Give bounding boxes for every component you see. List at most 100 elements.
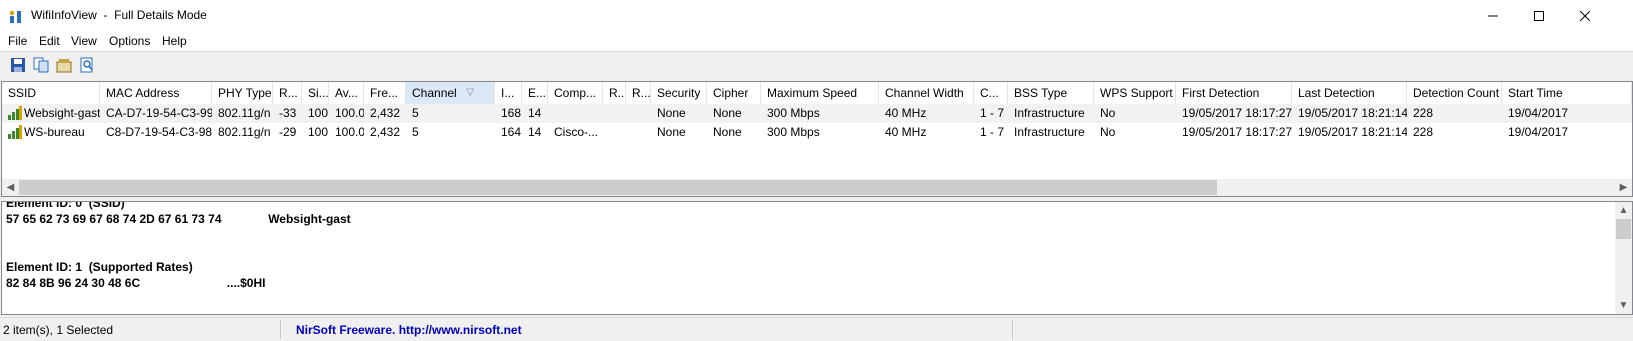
column-header[interactable]: Av...	[329, 82, 364, 104]
table-cell: Cisco-...	[554, 125, 599, 139]
table-row[interactable]: WS-bureau C8-D7-19-54-C3-98 802.11g/n -29 10…	[2, 123, 1632, 142]
table-cell: 14	[528, 125, 542, 139]
table-cell: CA-D7-19-54-C3-99	[106, 106, 212, 120]
menu-bar: File Edit View Options Help	[0, 31, 1633, 51]
status-bar: 2 item(s), 1 Selected NirSoft Freeware. …	[0, 317, 1633, 341]
menu-help[interactable]: Help	[162, 34, 187, 48]
copy-button[interactable]	[31, 55, 51, 75]
wifi-network-icon	[8, 125, 22, 139]
column-header-label: Maximum Speed	[767, 86, 858, 100]
column-header-label: MAC Address	[106, 86, 180, 100]
table-cell: 100.0	[335, 106, 364, 120]
menu-view[interactable]: View	[71, 34, 97, 48]
close-icon	[1580, 10, 1590, 21]
column-header[interactable]: SSID	[2, 82, 100, 104]
table-cell: None	[657, 125, 686, 139]
column-header[interactable]: R...	[626, 82, 651, 104]
sort-ascending-icon: ▽	[466, 87, 474, 98]
table-cell: 228	[1413, 125, 1434, 139]
scroll-down-icon[interactable]: ▼	[1615, 297, 1632, 314]
properties-icon	[56, 59, 72, 73]
column-header[interactable]: PHY Type	[212, 82, 273, 104]
column-header-label: I...	[501, 86, 515, 100]
column-header[interactable]: Channel ▽	[406, 82, 495, 104]
column-header[interactable]: Start Time	[1502, 82, 1632, 104]
column-header[interactable]: Last Detection	[1292, 82, 1407, 104]
column-header-label: BSS Type	[1014, 86, 1068, 100]
column-header[interactable]: WPS Support	[1094, 82, 1176, 104]
table-cell: No	[1100, 106, 1116, 120]
column-header[interactable]: Detection Count	[1407, 82, 1502, 104]
column-header-label: R...	[279, 86, 298, 100]
table-cell: 100	[308, 125, 329, 139]
network-list[interactable]: SSID MAC Address PHY Type R... Si... Av... Fre…	[1, 81, 1633, 197]
vertical-scroll-thumb[interactable]	[1616, 219, 1631, 239]
column-header-label: SSID	[8, 86, 37, 100]
horizontal-scrollbar[interactable]: ◀ ▶	[2, 179, 1632, 196]
table-cell	[626, 123, 651, 142]
menu-options[interactable]: Options	[109, 34, 150, 48]
column-header[interactable]: R...	[603, 82, 626, 104]
menu-edit[interactable]: Edit	[39, 34, 60, 48]
table-cell: 802.11g/n	[218, 125, 271, 139]
window-title: WifiInfoView - Full Details Mode	[31, 8, 207, 22]
details-pane[interactable]: Element ID: 0 (SSID) 57 65 62 73 69 67 6…	[1, 201, 1633, 315]
toolbar	[0, 51, 1633, 78]
column-header[interactable]: R...	[273, 82, 302, 104]
column-header[interactable]: First Detection	[1176, 82, 1292, 104]
horizontal-scroll-thumb[interactable]	[19, 180, 1217, 195]
column-header-label: Si...	[308, 86, 329, 100]
column-header-label: Security	[657, 86, 701, 100]
column-header-label: Av...	[335, 86, 358, 100]
wifi-network-icon	[8, 106, 22, 120]
app-icon	[9, 10, 21, 23]
vertical-scrollbar[interactable]: ▲ ▼	[1615, 202, 1632, 314]
status-separator	[1012, 320, 1013, 339]
minimize-button[interactable]	[1470, 0, 1516, 31]
table-cell: No	[1100, 125, 1116, 139]
table-cell: 168	[501, 106, 522, 120]
maximize-icon	[1534, 10, 1544, 21]
column-header-label: Channel	[412, 86, 457, 100]
scroll-right-icon[interactable]: ▶	[1615, 179, 1632, 196]
table-cell: 19/04/2017	[1508, 125, 1569, 139]
table-row[interactable]: Websight-gast CA-D7-19-54-C3-99 802.11g/n -…	[2, 104, 1632, 123]
status-item-count: 2 item(s), 1 Selected	[3, 323, 114, 337]
find-icon	[80, 57, 93, 73]
maximize-button[interactable]	[1516, 0, 1562, 31]
column-header[interactable]: BSS Type	[1008, 82, 1094, 104]
column-header[interactable]: Cipher	[707, 82, 761, 104]
column-header[interactable]: Fre...	[364, 82, 406, 104]
table-cell: 19/04/2017	[1508, 106, 1569, 120]
table-cell: Infrastructure	[1014, 106, 1085, 120]
close-button[interactable]	[1562, 0, 1608, 31]
table-cell	[626, 104, 651, 123]
table-cell	[603, 104, 626, 123]
column-header[interactable]: Channel Width	[879, 82, 974, 104]
column-header[interactable]: E...	[522, 82, 548, 104]
column-header[interactable]: Maximum Speed	[761, 82, 879, 104]
column-header[interactable]: C...	[974, 82, 1008, 104]
table-cell: 19/05/2017 18:21:14	[1298, 125, 1407, 139]
column-header[interactable]: Security	[651, 82, 707, 104]
column-header[interactable]: I...	[495, 82, 522, 104]
menu-file[interactable]: File	[8, 34, 27, 48]
scroll-left-icon[interactable]: ◀	[2, 179, 19, 196]
title-bar: WifiInfoView - Full Details Mode	[0, 0, 1633, 31]
column-header[interactable]: MAC Address	[100, 82, 212, 104]
column-header-label: C...	[980, 86, 999, 100]
find-button[interactable]	[77, 55, 97, 75]
column-header-label: WPS Support	[1100, 86, 1173, 100]
copy-icon	[33, 57, 49, 73]
status-nirsoft-link[interactable]: NirSoft Freeware. http://www.nirsoft.net	[296, 322, 522, 338]
scroll-up-icon[interactable]: ▲	[1615, 202, 1632, 219]
column-header-label: R...	[609, 86, 626, 100]
save-button[interactable]	[8, 55, 28, 75]
column-header[interactable]: Comp...	[548, 82, 603, 104]
table-cell: None	[713, 125, 742, 139]
column-header-label: Cipher	[713, 86, 749, 100]
column-header[interactable]: Si...	[302, 82, 329, 104]
properties-button[interactable]	[54, 55, 74, 75]
table-cell: 100.0	[335, 125, 364, 139]
table-cell: Infrastructure	[1014, 125, 1085, 139]
